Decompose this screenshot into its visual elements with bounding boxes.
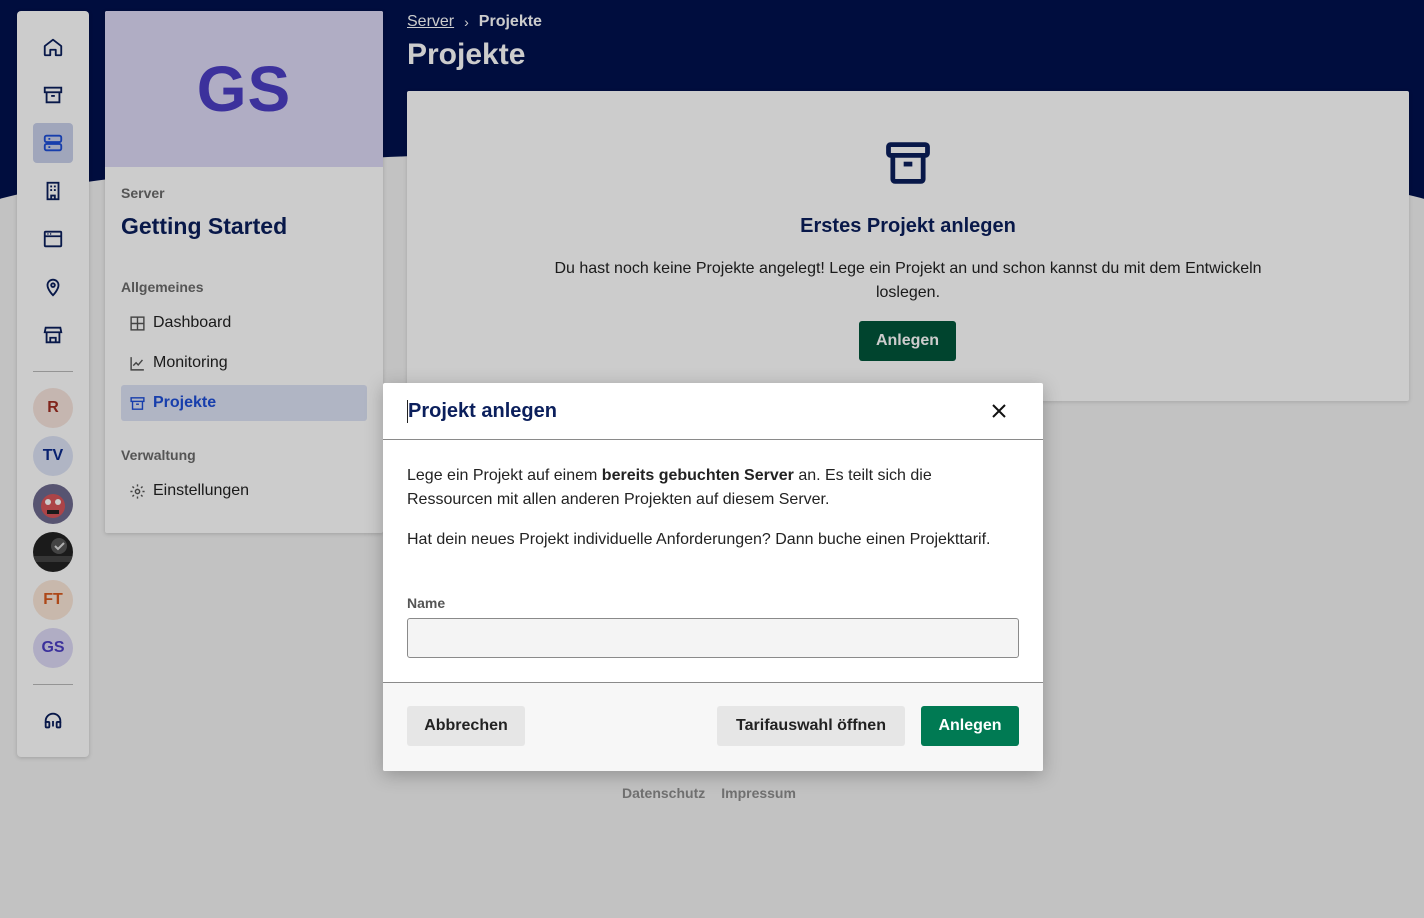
name-field[interactable] [407, 618, 1019, 658]
create-project-button[interactable]: Anlegen [921, 706, 1019, 746]
dialog-title: Projekt anlegen [407, 400, 557, 423]
dialog-text-bold: bereits gebuchten Server [601, 467, 794, 484]
close-icon[interactable] [987, 399, 1011, 423]
name-field-label: Name [407, 595, 446, 611]
dialog-description: Lege ein Projekt auf einem bereits gebuc… [407, 464, 1019, 512]
dialog-hint: Hat dein neues Projekt individuelle Anfo… [407, 531, 991, 548]
dialog-footer: Abbrechen Tarifauswahl öffnen Anlegen [383, 682, 1043, 771]
dialog-text-part: Lege ein Projekt auf einem [407, 467, 602, 484]
cancel-button[interactable]: Abbrechen [407, 706, 525, 746]
open-tariff-selection-button[interactable]: Tarifauswahl öffnen [717, 706, 905, 746]
dialog-header: Projekt anlegen [383, 383, 1043, 440]
create-project-dialog: Projekt anlegen Lege ein Projekt auf ein… [383, 383, 1043, 771]
